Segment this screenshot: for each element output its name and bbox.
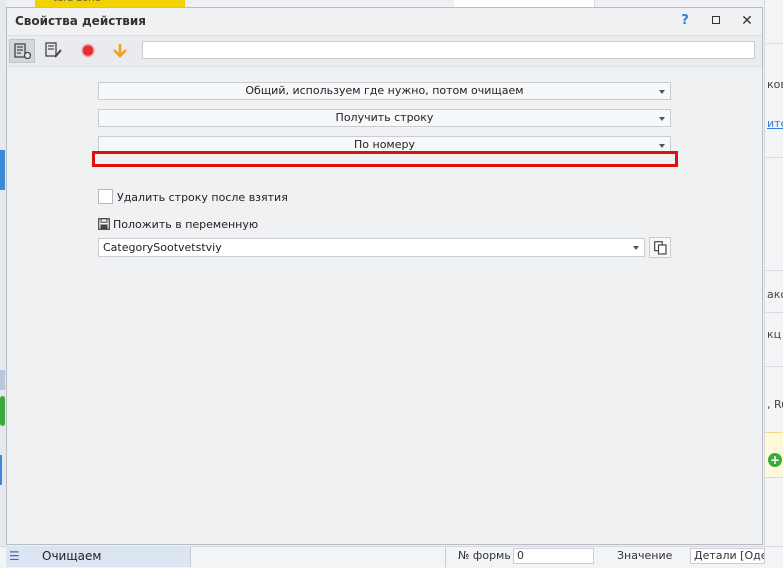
list-item[interactable]: ☰ Очищаем [6, 546, 190, 567]
edit-icon [45, 42, 62, 58]
list-select[interactable]: Общий, используем где нужно, потом очища… [98, 82, 671, 100]
background-left-marker [0, 455, 2, 485]
variable-select-value: CategorySootvetstviy [103, 241, 222, 254]
background-left-marker [0, 150, 5, 190]
copy-button[interactable] [649, 237, 671, 258]
divider [765, 270, 783, 271]
divider [765, 366, 783, 367]
chevron-down-icon [659, 90, 665, 94]
operation-select[interactable]: Получить строку [98, 109, 671, 127]
divider [190, 546, 191, 567]
properties-tab-button[interactable] [9, 39, 35, 63]
dialog-title: Свойства действия [15, 14, 147, 28]
delete-after-take-label: Удалить строку после взятия [117, 191, 288, 204]
chevron-down-icon [659, 117, 665, 121]
background-top-tab-label: tera-zone [53, 0, 101, 4]
action-properties-dialog: Свойства действия ? ✕ Общий, используем … [6, 7, 763, 545]
save-icon [98, 218, 110, 230]
background-fragment: , Ru [767, 398, 783, 411]
list-item-label: Очищаем [42, 549, 102, 563]
maximize-icon [712, 16, 720, 24]
save-to-variable-label: Положить в переменную [113, 218, 259, 231]
value-label: Значение [617, 549, 673, 562]
copy-icon [654, 241, 667, 255]
move-down-button[interactable] [107, 39, 133, 63]
mode-select-value: По номеру [354, 138, 415, 151]
value-field[interactable]: Детали [Одежда] [690, 548, 765, 564]
divider [765, 312, 783, 313]
list-icon: ☰ [9, 549, 20, 563]
background-fragment: ков [767, 78, 783, 91]
background-left-marker [0, 370, 5, 390]
highlight-box [92, 151, 678, 167]
background-link-fragment[interactable]: ите [767, 117, 783, 130]
help-button[interactable]: ? [674, 12, 696, 30]
action-name-input[interactable] [142, 41, 755, 59]
delete-after-take-checkbox[interactable] [98, 189, 113, 204]
chevron-down-icon [633, 246, 639, 250]
background-top-panel [454, 0, 595, 7]
close-button[interactable]: ✕ [736, 12, 758, 30]
list-select-value: Общий, используем где нужно, потом очища… [245, 84, 524, 97]
record-icon [81, 43, 95, 58]
divider [765, 43, 783, 44]
form-number-field[interactable]: 0 [513, 548, 594, 564]
operation-select-value: Получить строку [335, 111, 434, 124]
maximize-button[interactable] [705, 12, 727, 30]
variable-select[interactable]: CategorySootvetstviy [98, 238, 645, 257]
background-left-marker [0, 396, 5, 426]
form-number-label: № формы [458, 549, 510, 562]
record-button[interactable] [75, 39, 101, 63]
background-fragment: ако [767, 288, 783, 301]
dialog-titlebar[interactable]: Свойства действия ? ✕ [7, 8, 762, 35]
arrow-down-icon [113, 44, 127, 58]
background-right-panel: ков ите ако кц , Ru + [764, 0, 783, 567]
background-fragment: кц [767, 328, 782, 341]
edit-button[interactable] [41, 39, 67, 63]
properties-icon [14, 43, 32, 60]
background-top-tab: tera-zone [35, 0, 185, 7]
dialog-toolbar [7, 35, 762, 67]
chevron-down-icon [659, 144, 665, 148]
divider [445, 546, 446, 567]
plus-icon[interactable]: + [768, 453, 782, 467]
divider [765, 157, 783, 158]
